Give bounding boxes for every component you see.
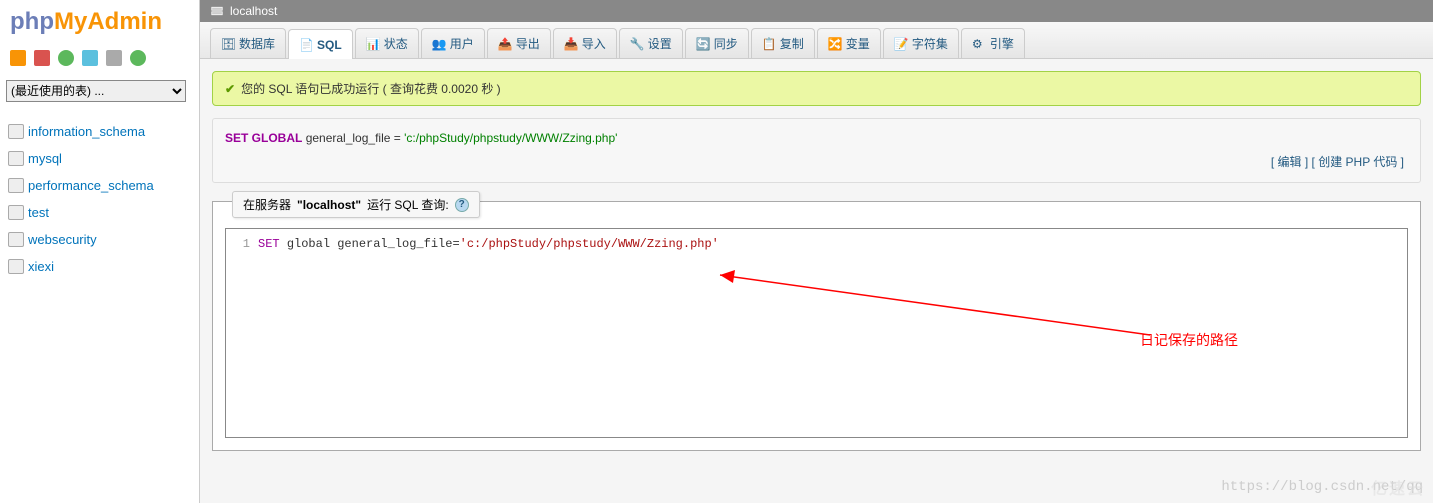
sql-identifier: general_log_file = xyxy=(306,131,401,145)
db-item-mysql[interactable]: mysql xyxy=(0,145,199,172)
content-area: ✔ 您的 SQL 语句已成功运行 ( 查询花费 0.0020 秒 ) SET G… xyxy=(200,59,1433,463)
tab-sql[interactable]: 📄SQL xyxy=(288,29,353,59)
success-message: ✔ 您的 SQL 语句已成功运行 ( 查询花费 0.0020 秒 ) xyxy=(212,71,1421,106)
copy-icon: 📋 xyxy=(762,37,776,51)
users-icon: 👥 xyxy=(432,37,446,51)
sql-string: 'c:/phpStudy/phpstudy/WWW/Zzing.php' xyxy=(404,131,617,145)
tab-charset[interactable]: 📝字符集 xyxy=(883,28,959,58)
help-icon[interactable]: ? xyxy=(455,198,469,212)
sql-icon: 📄 xyxy=(299,38,313,52)
tab-engine[interactable]: ⚙引擎 xyxy=(961,28,1025,58)
db-item-websecurity[interactable]: websecurity xyxy=(0,226,199,253)
import-icon: 📥 xyxy=(564,37,578,51)
editor-string: 'c:/phpStudy/phpstudy/WWW/Zzing.php' xyxy=(460,237,719,251)
main-panel: localhost 🗄数据库 📄SQL 📊状态 👥用户 📤导出 📥导入 🔧设置 … xyxy=(200,0,1433,503)
sidebar-toolbar xyxy=(0,44,199,72)
charset-icon: 📝 xyxy=(894,37,908,51)
sync-icon: 🔄 xyxy=(696,37,710,51)
editor-wrap: 1 SET global general_log_file='c:/phpStud… xyxy=(212,201,1421,451)
check-icon: ✔ xyxy=(225,82,235,96)
legend-suffix: 运行 SQL 查询: xyxy=(367,196,449,213)
docs-icon[interactable] xyxy=(82,50,98,66)
create-php-link[interactable]: 创建 PHP 代码 xyxy=(1318,155,1397,169)
db-item-information-schema[interactable]: information_schema xyxy=(0,118,199,145)
legend-prefix: 在服务器 xyxy=(243,196,291,213)
window-icon[interactable] xyxy=(106,50,122,66)
sql-actions: [ 编辑 ] [ 创建 PHP 代码 ] xyxy=(225,153,1408,170)
db-item-performance-schema[interactable]: performance_schema xyxy=(0,172,199,199)
tab-bar: 🗄数据库 📄SQL 📊状态 👥用户 📤导出 📥导入 🔧设置 🔄同步 📋复制 🔀变… xyxy=(200,22,1433,59)
db-item-test[interactable]: test xyxy=(0,199,199,226)
editor-ident: global general_log_file= xyxy=(287,237,460,251)
logo: phpMyAdmin xyxy=(0,0,199,44)
settings-icon: 🔧 xyxy=(630,37,644,51)
tab-status[interactable]: 📊状态 xyxy=(355,28,419,58)
breadcrumb-host[interactable]: localhost xyxy=(230,4,277,18)
query-box: 在服务器 "localhost" 运行 SQL 查询: ? 1SET globa… xyxy=(212,201,1421,451)
legend-host: "localhost" xyxy=(297,198,361,212)
logo-part-my: My xyxy=(54,8,87,35)
db-item-xiexi[interactable]: xiexi xyxy=(0,253,199,280)
edit-link[interactable]: 编辑 xyxy=(1278,155,1302,169)
tab-import[interactable]: 📥导入 xyxy=(553,28,617,58)
breadcrumb: localhost xyxy=(200,0,1433,22)
success-text: 您的 SQL 语句已成功运行 ( 查询花费 0.0020 秒 ) xyxy=(241,80,501,97)
tab-export[interactable]: 📤导出 xyxy=(487,28,551,58)
recent-tables-select[interactable]: (最近使用的表) ... xyxy=(6,80,186,102)
tab-vars[interactable]: 🔀变量 xyxy=(817,28,881,58)
logo-part-php: php xyxy=(10,8,54,35)
home-icon[interactable] xyxy=(10,50,26,66)
tab-databases[interactable]: 🗄数据库 xyxy=(210,28,286,58)
tab-settings[interactable]: 🔧设置 xyxy=(619,28,683,58)
logo-part-admin: Admin xyxy=(87,8,162,35)
line-number: 1 xyxy=(234,237,250,251)
tab-copy[interactable]: 📋复制 xyxy=(751,28,815,58)
exit-icon[interactable] xyxy=(34,50,50,66)
annotation-label: 日记保存的路径 xyxy=(1140,330,1238,350)
recent-tables-row: (最近使用的表) ... xyxy=(0,72,199,110)
export-icon: 📤 xyxy=(498,37,512,51)
database-icon: 🗄 xyxy=(221,37,235,51)
vars-icon: 🔀 xyxy=(828,37,842,51)
sidebar: phpMyAdmin (最近使用的表) ... information_sche… xyxy=(0,0,200,503)
watermark-brand: 亿速云 xyxy=(1371,475,1425,499)
tab-sync[interactable]: 🔄同步 xyxy=(685,28,749,58)
query-legend: 在服务器 "localhost" 运行 SQL 查询: ? xyxy=(232,191,480,218)
database-list: information_schema mysql performance_sch… xyxy=(0,110,199,288)
server-icon xyxy=(210,5,224,17)
executed-sql: SET GLOBAL general_log_file = 'c:/phpStu… xyxy=(212,118,1421,183)
refresh-icon[interactable] xyxy=(58,50,74,66)
engine-icon: ⚙ xyxy=(972,37,986,51)
editor-keyword: SET xyxy=(258,237,280,251)
reload-icon[interactable] xyxy=(130,50,146,66)
tab-users[interactable]: 👥用户 xyxy=(421,28,485,58)
sql-keyword: SET GLOBAL xyxy=(225,131,302,145)
status-icon: 📊 xyxy=(366,37,380,51)
